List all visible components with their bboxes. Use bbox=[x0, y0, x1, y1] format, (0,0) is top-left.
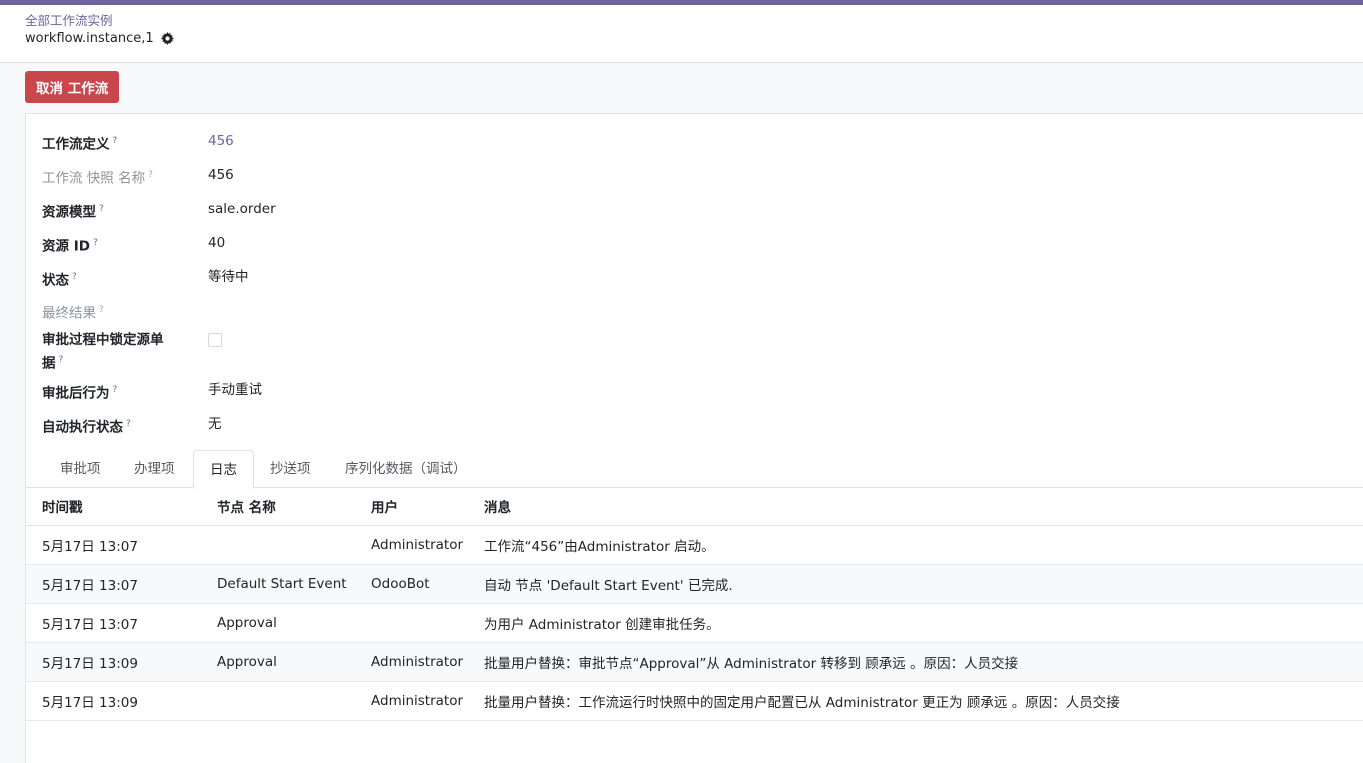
help-tooltip-icon[interactable]: ? bbox=[93, 238, 98, 248]
cell-message: 批量用户替换：审批节点“Approval”从 Administrator 转移到… bbox=[484, 642, 1363, 682]
help-tooltip-icon[interactable]: ? bbox=[126, 419, 131, 429]
cell-user bbox=[371, 603, 484, 643]
table-row[interactable]: 5月17日 13:07 Approval 为用户 Administrator 创… bbox=[26, 603, 1363, 643]
cell-message: 为用户 Administrator 创建审批任务。 bbox=[484, 603, 1363, 643]
column-header-node-name[interactable]: 节点 名称 bbox=[217, 488, 371, 526]
table-row[interactable]: 5月17日 13:07 Default Start Event OdooBot … bbox=[26, 564, 1363, 604]
cell-node-name bbox=[217, 525, 371, 565]
snapshot-name-value: 456 bbox=[208, 167, 234, 183]
field-label: 资源 ID bbox=[42, 238, 90, 255]
table-row[interactable]: 5月17日 13:07 Administrator 工作流“456”由Admin… bbox=[26, 525, 1363, 565]
resource-model-value: sale.order bbox=[208, 201, 276, 217]
cell-message: 批量用户替换：工作流运行时快照中的固定用户配置已从 Administrator … bbox=[484, 681, 1363, 721]
cell-node-name: Default Start Event bbox=[217, 564, 371, 604]
column-header-timestamp[interactable]: 时间戳 bbox=[26, 488, 217, 526]
cell-node-name bbox=[217, 681, 371, 721]
lock-source-checkbox[interactable] bbox=[208, 333, 222, 347]
field-after-approval: 审批后行为? 手动重试 bbox=[42, 380, 262, 404]
cell-node-name: Approval bbox=[217, 642, 371, 682]
cell-user: Administrator bbox=[371, 525, 484, 565]
breadcrumb: workflow.instance,1 bbox=[25, 31, 1363, 46]
cell-user: OdooBot bbox=[371, 564, 484, 604]
resource-id-value: 40 bbox=[208, 235, 226, 251]
cell-timestamp: 5月17日 13:07 bbox=[26, 525, 217, 565]
field-label: 审批后行为 bbox=[42, 385, 110, 402]
table-row[interactable]: 5月17日 13:09 Approval Administrator 批量用户替… bbox=[26, 642, 1363, 682]
field-label: 工作流 快照 名称 bbox=[42, 170, 146, 187]
field-label: 据 bbox=[42, 355, 56, 372]
field-label: 最终结果 bbox=[42, 305, 96, 322]
field-snapshot-name: 工作流 快照 名称? 456 bbox=[42, 165, 234, 189]
record-name: workflow.instance,1 bbox=[25, 31, 154, 46]
notebook-tabs: 审批项 办理项 日志 抄送项 序列化数据（调试） bbox=[26, 450, 1363, 489]
field-workflow-definition: 工作流定义? 456 bbox=[42, 131, 234, 155]
field-label: 资源模型 bbox=[42, 204, 96, 221]
field-state: 状态? 等待中 bbox=[42, 267, 249, 291]
field-resource-id: 资源 ID? 40 bbox=[42, 233, 225, 257]
help-tooltip-icon[interactable]: ? bbox=[148, 170, 153, 180]
after-approval-value: 手动重试 bbox=[208, 382, 262, 398]
cell-timestamp: 5月17日 13:09 bbox=[26, 681, 217, 721]
field-lock-source: 审批过程中锁定源单 据? bbox=[42, 330, 222, 374]
field-final-result: 最终结果? bbox=[42, 300, 208, 324]
tab-approval-items[interactable]: 审批项 bbox=[44, 450, 117, 488]
field-label: 自动执行状态 bbox=[42, 419, 123, 436]
column-header-message[interactable]: 消息 bbox=[484, 488, 1363, 526]
help-tooltip-icon[interactable]: ? bbox=[113, 136, 118, 146]
tab-log[interactable]: 日志 bbox=[193, 450, 254, 489]
field-resource-model: 资源模型? sale.order bbox=[42, 199, 276, 223]
auto-exec-state-value: 无 bbox=[208, 416, 222, 432]
state-value: 等待中 bbox=[208, 269, 249, 285]
help-tooltip-icon[interactable]: ? bbox=[113, 385, 118, 395]
table-header-row: 时间戳 节点 名称 用户 消息 bbox=[26, 488, 1363, 526]
form-sheet: 工作流定义? 456 工作流 快照 名称? 456 资源模型? sale.ord… bbox=[25, 113, 1363, 763]
log-table: 时间戳 节点 名称 用户 消息 5月17日 13:07 Administrato… bbox=[26, 488, 1363, 721]
table-row[interactable]: 5月17日 13:09 Administrator 批量用户替换：工作流运行时快… bbox=[26, 681, 1363, 721]
tab-cc-items[interactable]: 抄送项 bbox=[254, 450, 327, 488]
cell-message: 自动 节点 'Default Start Event' 已完成. bbox=[484, 564, 1363, 604]
cell-node-name: Approval bbox=[217, 603, 371, 643]
help-tooltip-icon[interactable]: ? bbox=[99, 204, 104, 214]
breadcrumb-parent-link[interactable]: 全部工作流实例 bbox=[25, 13, 1363, 29]
cell-user: Administrator bbox=[371, 642, 484, 682]
cell-user: Administrator bbox=[371, 681, 484, 721]
statusbar: 取消 工作流 bbox=[0, 63, 1363, 113]
help-tooltip-icon[interactable]: ? bbox=[72, 272, 77, 282]
tab-serialized-data[interactable]: 序列化数据（调试） bbox=[329, 450, 483, 488]
help-tooltip-icon[interactable]: ? bbox=[99, 305, 104, 315]
workflow-definition-link[interactable]: 456 bbox=[208, 131, 234, 155]
cell-timestamp: 5月17日 13:07 bbox=[26, 603, 217, 643]
gear-icon[interactable] bbox=[160, 32, 174, 45]
tab-handling-items[interactable]: 办理项 bbox=[118, 450, 191, 488]
control-panel: 全部工作流实例 workflow.instance,1 bbox=[0, 5, 1363, 63]
cell-timestamp: 5月17日 13:07 bbox=[26, 564, 217, 604]
cancel-workflow-button[interactable]: 取消 工作流 bbox=[25, 71, 120, 103]
help-tooltip-icon[interactable]: ? bbox=[59, 355, 64, 365]
column-header-user[interactable]: 用户 bbox=[371, 488, 484, 526]
cell-timestamp: 5月17日 13:09 bbox=[26, 642, 217, 682]
field-label: 状态 bbox=[42, 272, 69, 289]
field-label: 工作流定义 bbox=[42, 136, 110, 153]
field-label: 审批过程中锁定源单 bbox=[42, 332, 164, 348]
field-auto-exec-state: 自动执行状态? 无 bbox=[42, 414, 222, 438]
cell-message: 工作流“456”由Administrator 启动。 bbox=[484, 525, 1363, 565]
